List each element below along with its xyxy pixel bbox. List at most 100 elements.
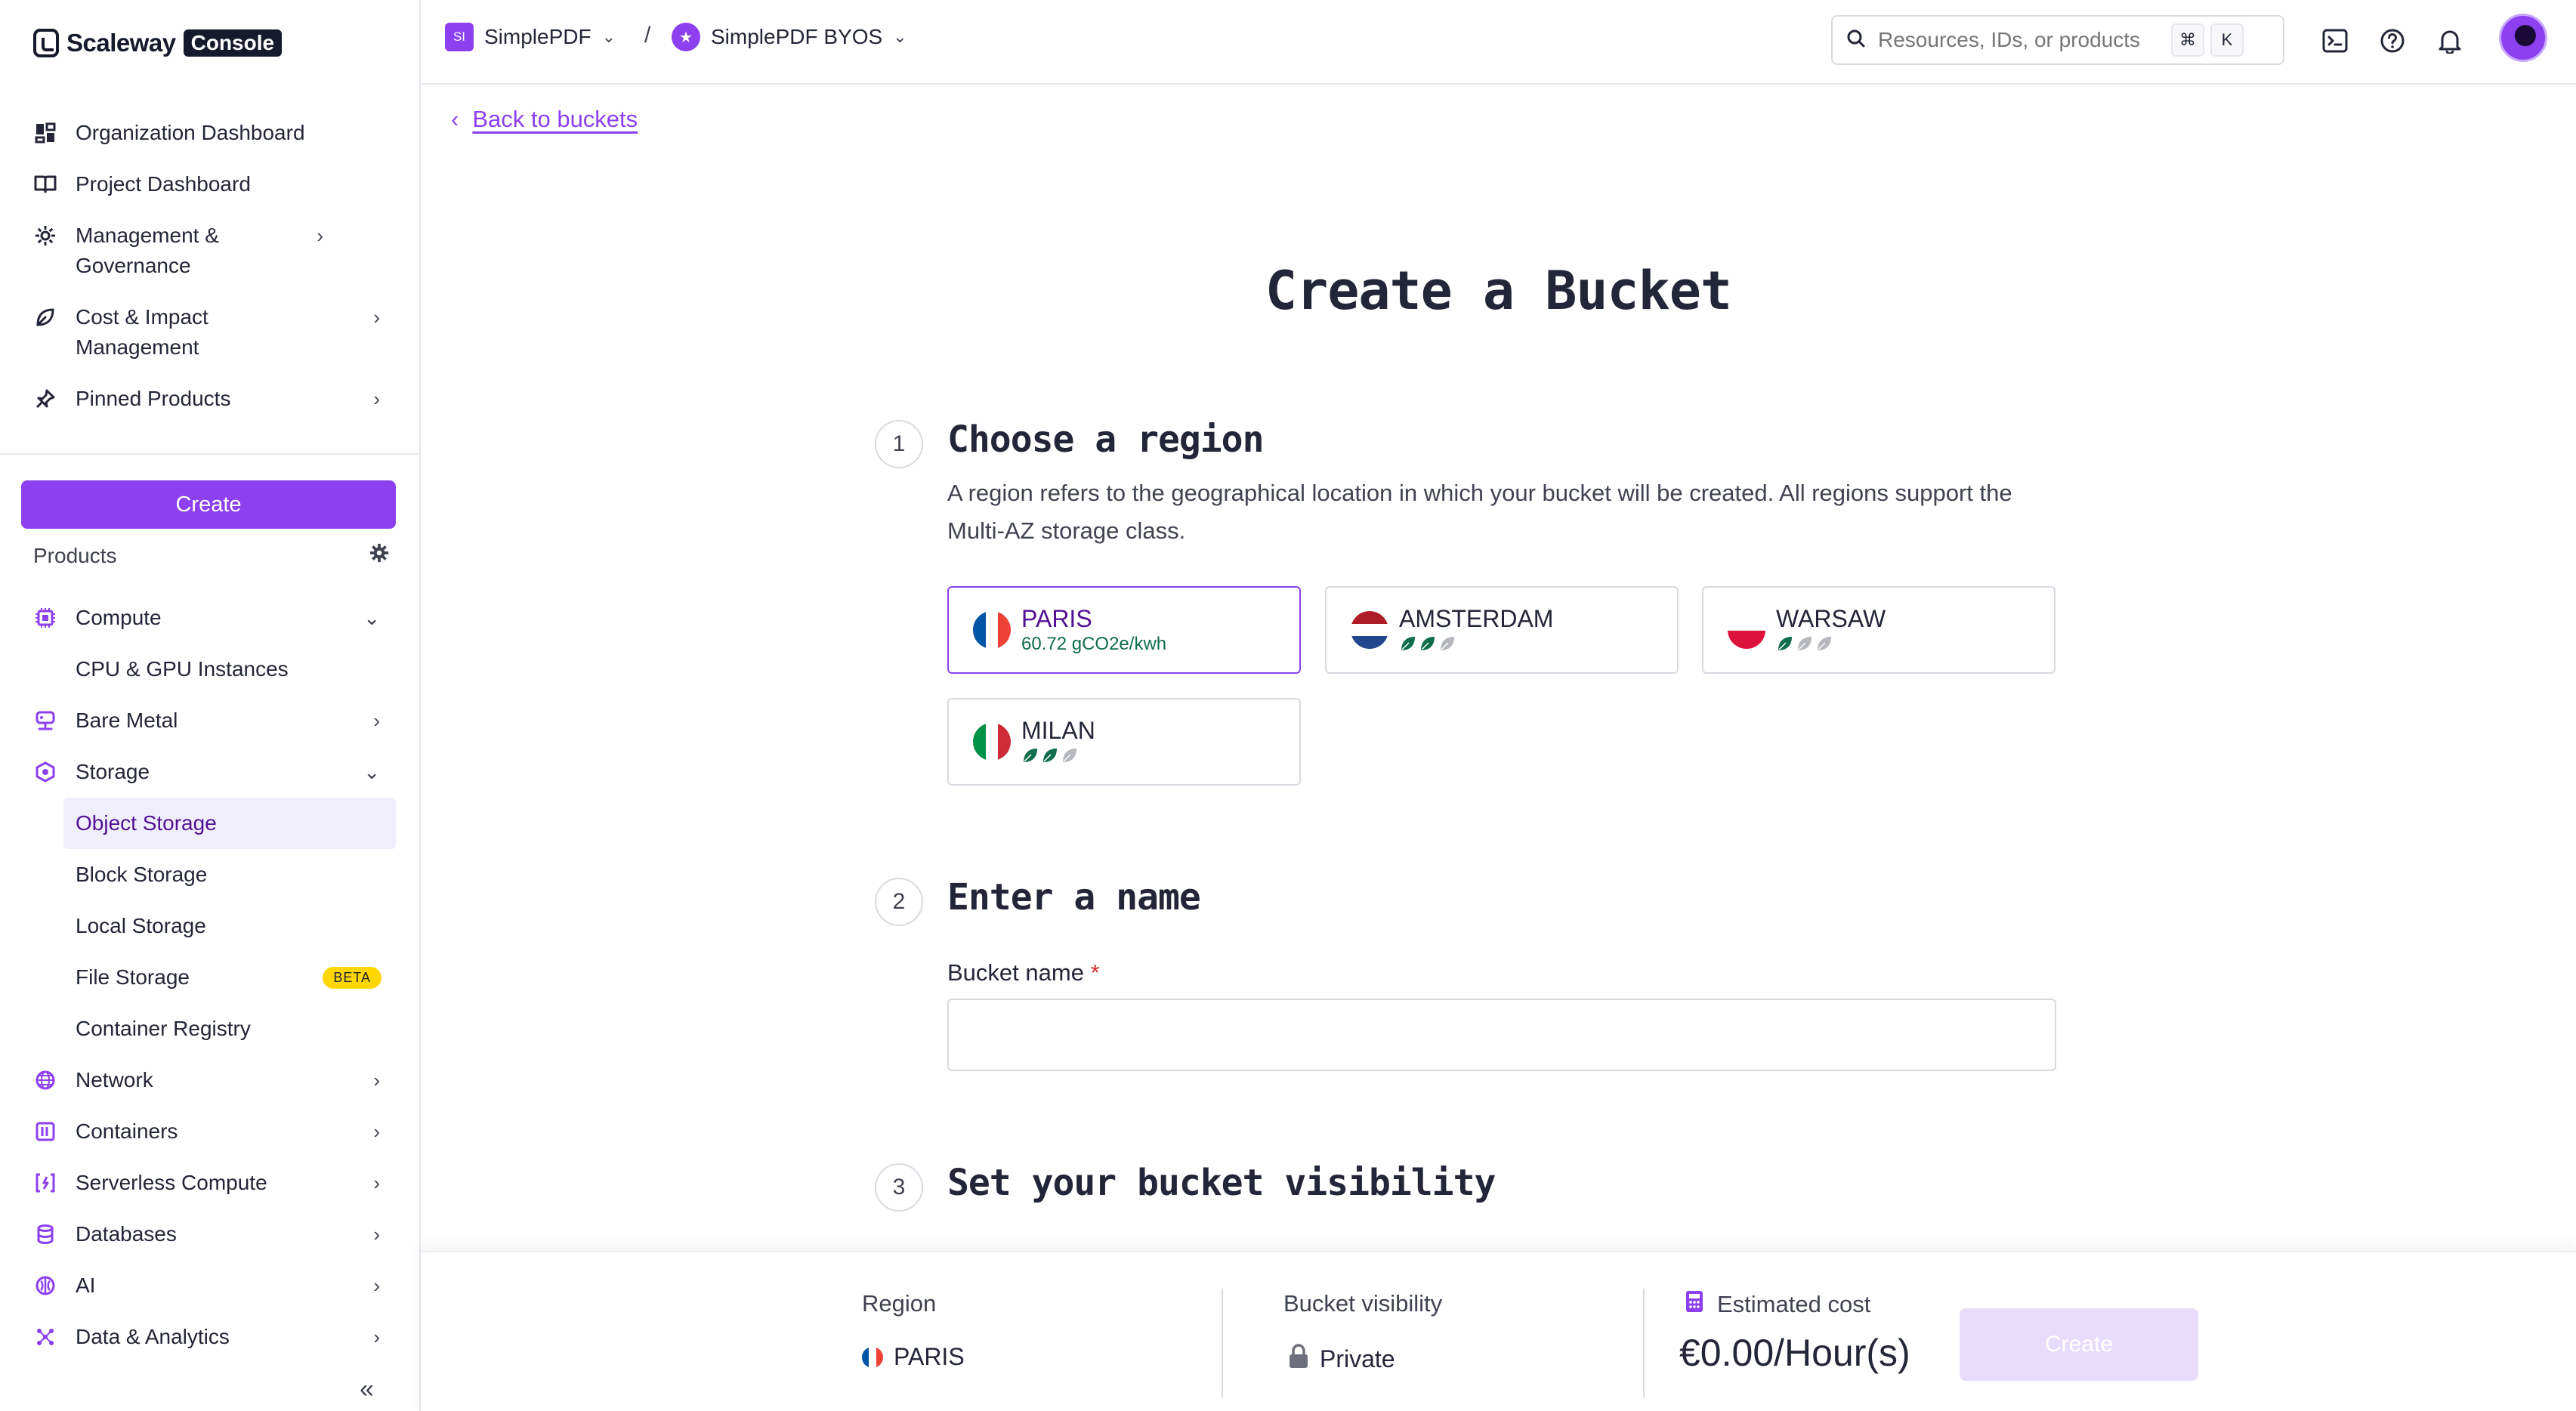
summary-region-label: Region [862, 1290, 937, 1317]
products-label: Products [33, 543, 117, 567]
primary-nav: Organization Dashboard Project Dashboard… [0, 118, 419, 414]
step-2-number: 2 [875, 878, 923, 926]
sidebar-item-object-storage[interactable]: Object Storage [63, 798, 396, 849]
sidebar-item-bare-metal[interactable]: Bare Metal › [0, 695, 419, 746]
beta-badge: BETA [323, 966, 381, 989]
region-name: PARIS [1021, 605, 1092, 632]
create-bucket-button[interactable]: Create [1960, 1308, 2198, 1381]
server-icon [33, 709, 57, 733]
products-list: Compute ⌄ CPU & GPU Instances Bare Metal… [0, 592, 419, 1363]
nav-label: Management & Governance [76, 224, 219, 277]
sidebar-item-label: File Storage [76, 965, 190, 989]
summary-region-text: PARIS [894, 1343, 965, 1370]
gear-icon [33, 221, 57, 251]
sidebar-item-serverless[interactable]: Serverless Compute › [0, 1157, 419, 1209]
sidebar-item-label: Container Registry [76, 1017, 251, 1040]
sidebar-item-label: Data & Analytics [76, 1325, 230, 1348]
back-to-buckets-link[interactable]: ‹ Back to buckets [451, 106, 638, 133]
chevron-down-icon: ⌄ [363, 760, 380, 783]
sidebar-item-storage[interactable]: Storage ⌄ [0, 746, 419, 798]
step-1-number: 1 [875, 420, 923, 468]
project-selector[interactable]: ★ SimplePDF BYOS ⌄ [672, 23, 907, 51]
flag-poland-icon [1728, 611, 1765, 649]
eco-leaves-rating [1021, 746, 1095, 768]
sidebar-item-label: Serverless Compute [76, 1171, 267, 1194]
products-header: Products [33, 542, 390, 569]
sidebar-item-label: Compute [76, 606, 162, 629]
book-icon [33, 169, 57, 199]
sidebar-item-network[interactable]: Network › [0, 1054, 419, 1106]
chevron-right-icon: › [373, 1222, 380, 1246]
region-card-paris[interactable]: PARIS 60.72 gCO2e/kwh [947, 586, 1301, 674]
sidebar-item-local-storage[interactable]: Local Storage [0, 900, 419, 952]
summary-visibility-label: Bucket visibility [1283, 1290, 1443, 1317]
sidebar-item-compute[interactable]: Compute ⌄ [0, 592, 419, 644]
chevron-right-icon: › [373, 1068, 380, 1091]
leaf-green-icon [1041, 746, 1059, 768]
chevron-left-icon: ‹ [451, 106, 459, 132]
pin-icon [33, 384, 57, 414]
help-icon[interactable] [2377, 26, 2408, 56]
organization-selector[interactable]: SI SimplePDF ⌄ [445, 23, 616, 51]
top-bar: SI SimplePDF ⌄ / ★ SimplePDF BYOS ⌄ ⌘ K [421, 0, 2576, 85]
sidebar-item-data-analytics[interactable]: Data & Analytics › [0, 1311, 419, 1363]
sidebar: Scaleway Console Organization Dashboard … [0, 0, 421, 1411]
sidebar-item-container-registry[interactable]: Container Registry [0, 1003, 419, 1054]
global-search[interactable]: ⌘ K [1831, 15, 2284, 65]
shortcut-k-key: K [2210, 23, 2244, 57]
nav-project-dashboard[interactable]: Project Dashboard [0, 169, 419, 199]
sidebar-divider [0, 453, 419, 455]
summary-visibility-value: Private [1288, 1343, 1395, 1375]
chevron-down-icon: ⌄ [363, 606, 380, 629]
chevron-down-icon: ⌄ [601, 27, 616, 46]
chevron-right-icon: › [317, 224, 323, 247]
shortcut-cmd-key: ⌘ [2171, 23, 2204, 57]
region-name: MILAN [1021, 716, 1095, 744]
region-card-warsaw[interactable]: WARSAW [1702, 586, 2056, 674]
sidebar-item-block-storage[interactable]: Block Storage [0, 849, 419, 900]
bell-icon[interactable] [2435, 26, 2465, 56]
user-avatar[interactable] [2499, 14, 2547, 62]
collapse-sidebar-icon[interactable]: « [360, 1375, 374, 1404]
step-3-number: 3 [875, 1163, 923, 1212]
nav-management-governance[interactable]: Management & Governance › [0, 221, 363, 281]
chevron-right-icon: › [373, 387, 380, 410]
terminal-icon[interactable] [2320, 26, 2350, 56]
summary-divider [1643, 1289, 1645, 1397]
bucket-name-label-text: Bucket name [947, 959, 1084, 986]
flag-italy-icon [973, 723, 1011, 761]
region-card-amsterdam[interactable]: AMSTERDAM [1325, 586, 1679, 674]
search-input[interactable] [1878, 28, 2165, 52]
storage-hexagon-icon [33, 760, 57, 784]
leaf-grey-icon [1438, 634, 1456, 656]
sidebar-create-button[interactable]: Create [21, 480, 396, 529]
nav-pinned-products[interactable]: Pinned Products › [0, 384, 419, 414]
sidebar-item-databases[interactable]: Databases › [0, 1209, 419, 1260]
step-2-title: Enter a name [947, 876, 1201, 919]
step-1-title: Choose a region [947, 418, 1264, 461]
bucket-name-input[interactable] [947, 999, 2056, 1071]
summary-cost-value: €0.00/Hour(s) [1679, 1332, 1910, 1374]
sidebar-item-label: Local Storage [76, 914, 206, 937]
sidebar-item-file-storage[interactable]: File Storage BETA [0, 952, 419, 1003]
nav-label: Cost & Impact Management [76, 305, 208, 359]
region-name: AMSTERDAM [1399, 604, 1554, 632]
nav-organization-dashboard[interactable]: Organization Dashboard [0, 118, 419, 148]
summary-visibility-text: Private [1320, 1345, 1395, 1372]
region-card-milan[interactable]: MILAN [947, 698, 1301, 786]
step-1-description: A region refers to the geographical loca… [947, 480, 2012, 544]
leaf-grey-icon [1796, 634, 1814, 656]
project-star-icon: ★ [672, 23, 700, 51]
search-icon [1846, 29, 1866, 52]
sidebar-item-ai[interactable]: AI › [0, 1260, 419, 1311]
nav-label: Project Dashboard [76, 172, 251, 196]
sidebar-item-containers[interactable]: Containers › [0, 1106, 419, 1157]
products-settings-gear-icon[interactable] [369, 542, 390, 569]
sidebar-item-label: Storage [76, 760, 150, 783]
nav-cost-impact[interactable]: Cost & Impact Management › [0, 302, 419, 363]
back-link-label: Back to buckets [472, 106, 638, 132]
leaf-icon [33, 302, 57, 332]
scaleway-logo[interactable]: Scaleway Console [33, 29, 283, 57]
sidebar-item-label: Containers [76, 1119, 178, 1143]
sidebar-item-cpu-gpu[interactable]: CPU & GPU Instances [0, 644, 419, 695]
